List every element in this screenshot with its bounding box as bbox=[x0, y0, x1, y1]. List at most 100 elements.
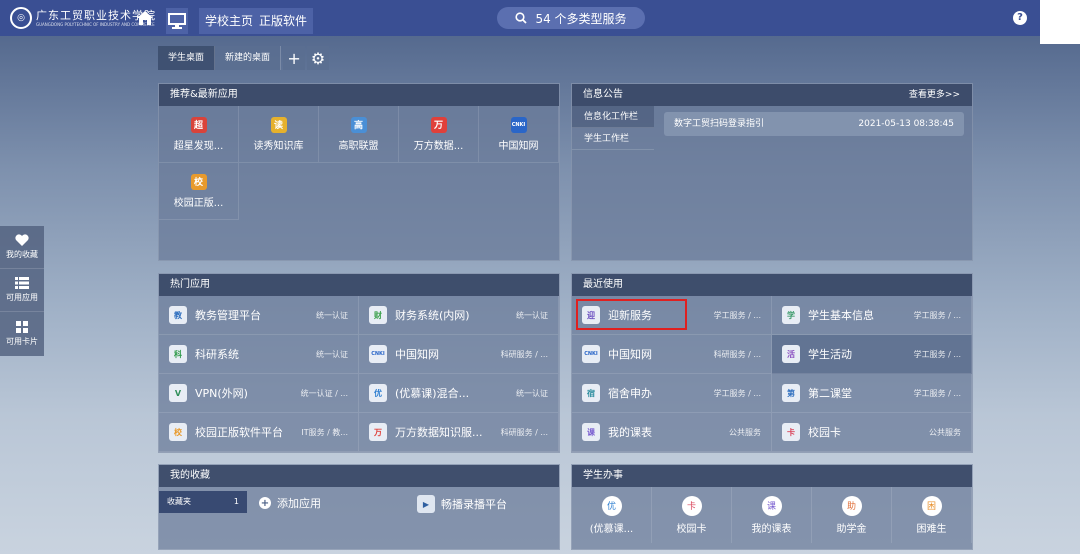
item-category: 公共服务 bbox=[729, 427, 761, 437]
item-name: VPN(外网) bbox=[195, 387, 248, 400]
sidebar-item-favorites[interactable]: 我的收藏 bbox=[0, 226, 44, 269]
item-category: 科研服务 / ... bbox=[500, 427, 548, 437]
top-bar-blank bbox=[1040, 0, 1080, 44]
school-emblem-icon: ◎ bbox=[10, 7, 32, 29]
service-icon: 优 bbox=[601, 495, 622, 516]
desktop-icon[interactable] bbox=[166, 8, 188, 34]
app-icon: 万 bbox=[369, 423, 387, 441]
app-tile[interactable]: 超超星发现... bbox=[159, 106, 239, 163]
tab-school-home[interactable]: 学校主页 bbox=[199, 8, 260, 34]
app-icon: 财 bbox=[369, 306, 387, 324]
app-icon: 高 bbox=[350, 116, 367, 133]
favorite-app-label: 畅播录播平台 bbox=[441, 498, 507, 511]
app-tile[interactable]: 万万方数据... bbox=[399, 106, 479, 163]
item-category: 学工服务 / ... bbox=[913, 349, 961, 359]
service-label: 我的课表 bbox=[751, 523, 792, 535]
add-desktop-button[interactable]: + bbox=[283, 46, 306, 70]
app-tile[interactable]: CNKI 中国知网 bbox=[479, 106, 559, 163]
list-item[interactable]: 宿宿舍申办 学工服务 / ... bbox=[572, 374, 772, 413]
app-label: 高职联盟 bbox=[338, 140, 379, 152]
app-label: 超星发现... bbox=[173, 140, 224, 152]
app-tile[interactable]: 高高职联盟 bbox=[319, 106, 399, 163]
service-tile[interactable]: 助助学金 bbox=[812, 487, 892, 543]
list-item[interactable]: V VPN(外网) 统一认证 / ... bbox=[159, 374, 359, 413]
search-button[interactable]: 54 个多类型服务 bbox=[497, 7, 645, 29]
plus-icon: + bbox=[259, 497, 271, 509]
list-item[interactable]: 课我的课表 公共服务 bbox=[572, 413, 772, 452]
item-category: 统一认证 bbox=[516, 310, 548, 320]
app-icon: V bbox=[169, 384, 187, 402]
notice-item-date: 2021-05-13 08:38:45 bbox=[858, 119, 954, 129]
panel-title: 推荐&最新应用 bbox=[159, 84, 559, 106]
item-name: 校园正版软件平台 bbox=[195, 426, 283, 439]
add-app-button[interactable]: + 添加应用 bbox=[259, 495, 321, 511]
list-item[interactable]: 万万方数据知识服... 科研服务 / ... bbox=[359, 413, 559, 452]
list-item[interactable]: 卡校园卡 公共服务 bbox=[772, 413, 972, 452]
sidebar-item-apps[interactable]: 可用应用 bbox=[0, 269, 44, 312]
help-icon[interactable]: ? bbox=[1013, 11, 1027, 25]
app-tile[interactable]: 读读秀知识库 bbox=[239, 106, 319, 163]
list-item[interactable]: 学学生基本信息 学工服务 / ... bbox=[772, 296, 972, 335]
view-more-link[interactable]: 查看更多>> bbox=[909, 84, 960, 106]
app-label: 校园正版... bbox=[173, 197, 224, 209]
item-category: 统一认证 / ... bbox=[300, 388, 348, 398]
service-tile[interactable]: 卡校园卡 bbox=[652, 487, 732, 543]
list-item[interactable]: 优 (优慕课)混合... 统一认证 bbox=[359, 374, 559, 413]
left-sidebar: 我的收藏 可用应用 可用卡片 bbox=[0, 226, 44, 356]
item-category: 学工服务 / ... bbox=[913, 310, 961, 320]
sidebar-item-label: 可用应用 bbox=[6, 293, 38, 302]
app-icon: 活 bbox=[782, 345, 800, 363]
notice-tab-it[interactable]: 信息化工作栏 bbox=[572, 106, 654, 128]
app-tile[interactable]: 校校园正版... bbox=[159, 163, 239, 220]
home-icon[interactable] bbox=[134, 8, 156, 28]
favorites-panel: 我的收藏 收藏夹 1 + 添加应用 ▶ 畅播录播平台 bbox=[158, 464, 560, 550]
favorites-folder-tab[interactable]: 收藏夹 1 bbox=[159, 491, 247, 513]
app-icon: 宿 bbox=[582, 384, 600, 402]
item-category: 学工服务 / ... bbox=[713, 388, 761, 398]
list-item[interactable]: 活学生活动 学工服务 / ... bbox=[772, 335, 972, 374]
notice-tab-student[interactable]: 学生工作栏 bbox=[572, 128, 654, 150]
search-label: 54 个多类型服务 bbox=[535, 11, 627, 26]
hot-apps-panel: 热门应用 教教务管理平台 统一认证财财务系统(内网) 统一认证科科研系统 统一认证 CN… bbox=[158, 273, 560, 453]
search-icon bbox=[515, 12, 528, 24]
list-icon bbox=[15, 277, 29, 289]
item-name: (优慕课)混合... bbox=[395, 387, 470, 400]
notice-item-title: 数字工贸扫码登录指引 bbox=[674, 119, 765, 129]
app-icon: 校 bbox=[190, 173, 207, 190]
gear-icon[interactable]: ⚙ bbox=[307, 46, 330, 70]
service-icon: 卡 bbox=[681, 495, 702, 516]
tab-student-desktop[interactable]: 学生桌面 bbox=[158, 46, 216, 70]
sidebar-item-cards[interactable]: 可用卡片 bbox=[0, 312, 44, 355]
list-item[interactable]: 科科研系统 统一认证 bbox=[159, 335, 359, 374]
app-icon: 教 bbox=[169, 306, 187, 324]
list-item[interactable]: 教教务管理平台 统一认证 bbox=[159, 296, 359, 335]
highlight-box bbox=[576, 299, 687, 330]
item-name: 万方数据知识服... bbox=[395, 426, 483, 439]
service-tile[interactable]: 优 (优慕课... bbox=[572, 487, 652, 543]
folder-count: 1 bbox=[233, 497, 239, 506]
tab-new-desktop[interactable]: 新建的桌面 bbox=[215, 46, 282, 70]
notice-item[interactable]: 数字工贸扫码登录指引 2021-05-13 08:38:45 bbox=[664, 112, 964, 136]
hot-apps-list: 教教务管理平台 统一认证财财务系统(内网) 统一认证科科研系统 统一认证 CNKI 中国知… bbox=[159, 296, 559, 452]
app-icon: 校 bbox=[169, 423, 187, 441]
favorite-app[interactable]: ▶ 畅播录播平台 bbox=[417, 495, 507, 513]
list-item[interactable]: 校校园正版软件平台 IT服务 / 教... bbox=[159, 413, 359, 452]
item-name: 中国知网 bbox=[608, 348, 652, 361]
service-label: 助学金 bbox=[836, 523, 867, 535]
item-category: IT服务 / 教... bbox=[301, 427, 348, 437]
app-icon: CNKI bbox=[369, 345, 387, 363]
list-item[interactable]: 第第二课堂 学工服务 / ... bbox=[772, 374, 972, 413]
recommend-panel: 推荐&最新应用 超超星发现... 读读秀知识库高高职联盟万万方数据... CNKI 中… bbox=[158, 83, 560, 261]
sidebar-item-label: 可用卡片 bbox=[6, 336, 38, 346]
list-item[interactable]: CNKI 中国知网 科研服务 / ... bbox=[359, 335, 559, 374]
tab-licensed-software[interactable]: 正版软件 bbox=[253, 8, 314, 34]
list-item[interactable]: 财财务系统(内网) 统一认证 bbox=[359, 296, 559, 335]
app-icon: 超 bbox=[190, 116, 207, 133]
service-tile[interactable]: 困困难生 bbox=[892, 487, 972, 543]
item-name: 我的课表 bbox=[608, 426, 652, 439]
service-tile[interactable]: 课我的课表 bbox=[732, 487, 812, 543]
item-name: 第二课堂 bbox=[808, 387, 852, 400]
recommend-grid: 超超星发现... 读读秀知识库高高职联盟万万方数据... CNKI 中国知网校校园正版… bbox=[159, 106, 559, 220]
item-name: 教务管理平台 bbox=[195, 309, 261, 322]
list-item[interactable]: CNKI 中国知网 科研服务 / ... bbox=[572, 335, 772, 374]
